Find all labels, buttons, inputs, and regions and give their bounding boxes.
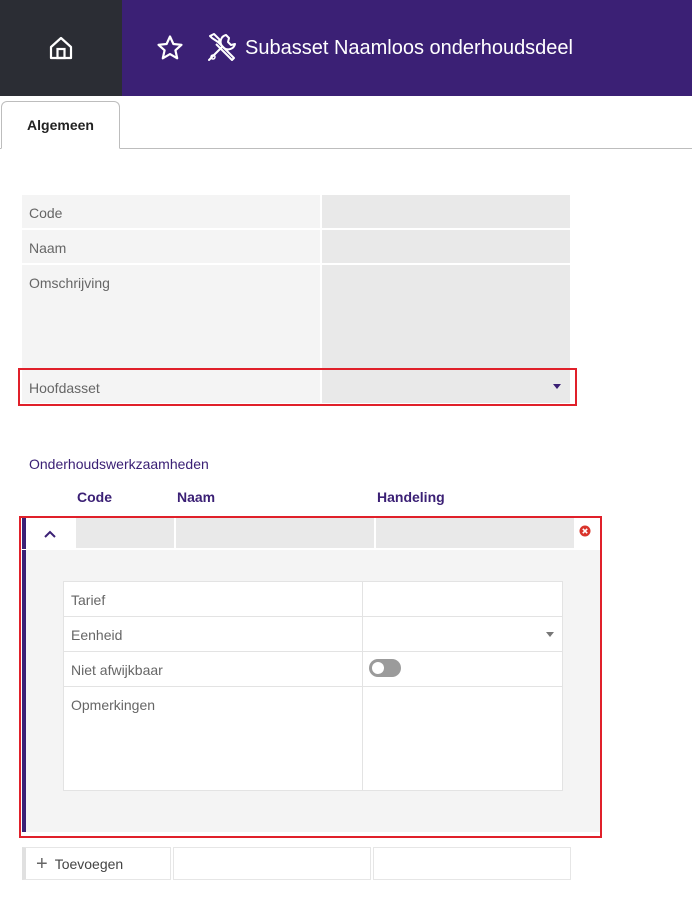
home-icon (49, 36, 73, 60)
add-row-cell-naam (173, 847, 371, 880)
add-button[interactable]: + Toevoegen (22, 847, 171, 880)
asset-type-icon-wrap (205, 31, 239, 65)
column-header-handeling: Handeling (377, 489, 445, 505)
title-bar: Subasset Naamloos onderhoudsdeel (122, 0, 692, 96)
tab-algemeen[interactable]: Algemeen (1, 101, 120, 149)
column-header-code: Code (77, 489, 112, 505)
add-row-cell-handeling (373, 847, 571, 880)
form-row-naam: Naam (22, 230, 570, 263)
naam-field[interactable] (322, 230, 570, 263)
section-title: Onderhoudswerkzaamheden (29, 456, 209, 472)
favorite-button[interactable] (155, 33, 185, 63)
highlight-hoofdasset (18, 368, 577, 406)
page-title: Subasset Naamloos onderhoudsdeel (245, 36, 573, 59)
naam-label: Naam (22, 230, 320, 263)
form-row-code: Code (22, 195, 570, 228)
omschrijving-field[interactable] (322, 265, 570, 368)
highlight-work-row (19, 516, 602, 838)
app-header: Subasset Naamloos onderhoudsdeel (0, 0, 692, 96)
add-row: + Toevoegen (22, 847, 571, 880)
code-label: Code (22, 195, 320, 228)
add-button-label: Toevoegen (54, 855, 124, 872)
code-field[interactable] (322, 195, 570, 228)
tools-icon (208, 33, 236, 61)
column-header-naam: Naam (177, 489, 216, 505)
tab-bar: Algemeen (0, 100, 692, 149)
plus-icon: + (36, 852, 48, 875)
home-button[interactable] (0, 0, 122, 96)
form-row-omschrijving: Omschrijving (22, 265, 570, 368)
omschrijving-label: Omschrijving (22, 265, 320, 368)
star-icon (157, 35, 183, 60)
